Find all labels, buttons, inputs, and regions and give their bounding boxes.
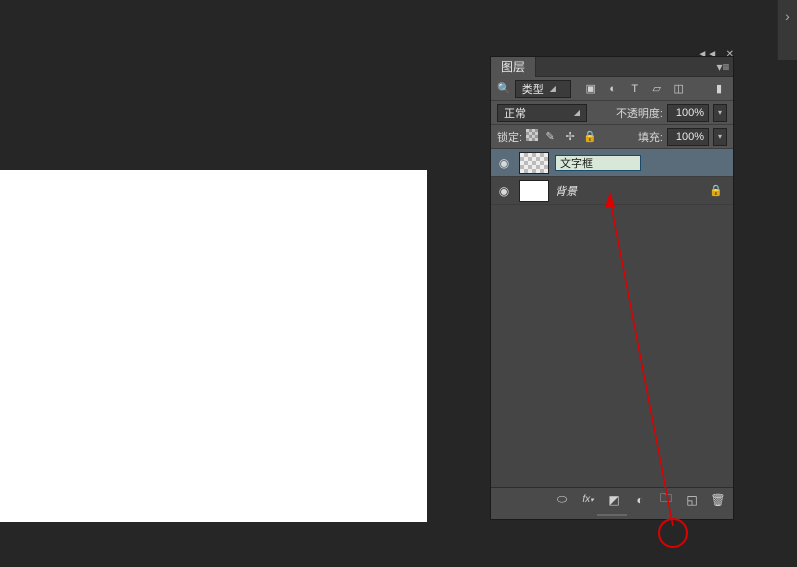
- blend-mode-value: 正常: [504, 105, 526, 121]
- lock-position-icon[interactable]: ✢: [562, 129, 578, 145]
- smart-filter-icon[interactable]: ◫: [671, 81, 687, 97]
- opacity-value: 100%: [676, 107, 704, 119]
- blend-mode-dropdown[interactable]: 正常 ◢: [497, 104, 587, 122]
- filter-toggle-icon[interactable]: ▮: [711, 81, 727, 97]
- tab-layers[interactable]: 图层: [491, 57, 536, 77]
- chevron-down-icon: ◢: [574, 108, 580, 117]
- filter-type-dropdown[interactable]: 类型 ◢: [515, 80, 571, 98]
- shape-filter-icon[interactable]: ▱: [649, 81, 665, 97]
- layer-name-input[interactable]: [555, 155, 641, 171]
- adjustment-layer-icon[interactable]: ◐: [631, 491, 649, 509]
- lock-all-icon[interactable]: 🔒: [582, 129, 598, 145]
- layer-list: ◉ ◉ 背景 🔒: [491, 149, 733, 487]
- layer-bottom-toolbar: ⬭ fx▾ ◩ ◐ 🗀 ◱ 🗑: [491, 487, 733, 511]
- layer-thumbnail[interactable]: [519, 180, 549, 202]
- layer-row[interactable]: ◉: [491, 149, 733, 177]
- lock-pixels-icon[interactable]: ✎: [542, 129, 558, 145]
- panel-resize-grip[interactable]: [491, 511, 733, 519]
- lock-transparency-icon[interactable]: [526, 129, 538, 141]
- search-icon: 🔍: [497, 82, 511, 95]
- new-layer-icon[interactable]: ◱: [683, 491, 701, 509]
- type-filter-icon[interactable]: T: [627, 81, 643, 97]
- link-layers-icon[interactable]: ⬭: [553, 491, 571, 509]
- layer-thumbnail[interactable]: [519, 152, 549, 174]
- layer-fx-icon[interactable]: fx▾: [579, 491, 597, 509]
- group-icon[interactable]: 🗀: [657, 491, 675, 509]
- filter-type-label: 类型: [522, 81, 544, 97]
- trash-icon[interactable]: 🗑: [709, 491, 727, 509]
- fill-stepper[interactable]: ▾: [713, 128, 727, 146]
- locked-icon: 🔒: [709, 184, 723, 197]
- opacity-stepper[interactable]: ▾: [713, 104, 727, 122]
- lock-icons-group: ✎ ✢ 🔒: [526, 129, 598, 145]
- layer-name-label: 背景: [555, 183, 577, 199]
- layer-mask-icon[interactable]: ◩: [605, 491, 623, 509]
- canvas-area[interactable]: [0, 170, 427, 522]
- toolbar-handle-icon: ›: [778, 0, 797, 24]
- visibility-toggle-icon[interactable]: ◉: [495, 182, 513, 200]
- fill-value: 100%: [676, 131, 704, 143]
- filter-icons-group: ▣ ◐ T ▱ ◫: [583, 81, 687, 97]
- opacity-label: 不透明度:: [616, 105, 663, 121]
- panel-menu-icon[interactable]: ▾≡: [713, 60, 733, 74]
- right-toolbar-fragment: ›: [777, 0, 797, 60]
- lock-row: 锁定: ✎ ✢ 🔒 填充: 100% ▾: [491, 125, 733, 149]
- image-filter-icon[interactable]: ▣: [583, 81, 599, 97]
- layers-panel: 图层 ▾≡ 🔍 类型 ◢ ▣ ◐ T ▱ ◫ ▮ 正常 ◢ 不透明度: 100%…: [490, 56, 734, 520]
- adjust-filter-icon[interactable]: ◐: [605, 81, 621, 97]
- lock-label: 锁定:: [497, 129, 522, 145]
- layer-row[interactable]: ◉ 背景 🔒: [491, 177, 733, 205]
- blend-mode-row: 正常 ◢ 不透明度: 100% ▾: [491, 101, 733, 125]
- opacity-input[interactable]: 100%: [667, 104, 709, 122]
- visibility-toggle-icon[interactable]: ◉: [495, 154, 513, 172]
- tab-label: 图层: [501, 58, 525, 75]
- panel-tab-bar: 图层 ▾≡: [491, 57, 733, 77]
- panel-window-controls: ◄◄ ✕: [490, 44, 734, 56]
- annotation-circle: [658, 518, 688, 548]
- layer-filter-row: 🔍 类型 ◢ ▣ ◐ T ▱ ◫ ▮: [491, 77, 733, 101]
- fill-label: 填充:: [638, 129, 663, 145]
- chevron-down-icon: ◢: [550, 84, 556, 93]
- fill-input[interactable]: 100%: [667, 128, 709, 146]
